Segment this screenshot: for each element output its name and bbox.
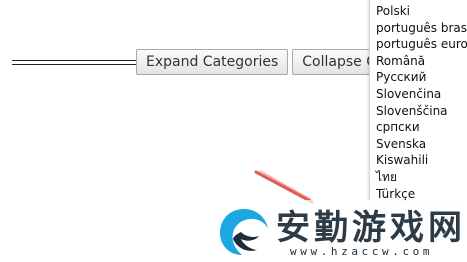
language-option[interactable]: Русский xyxy=(376,69,467,86)
language-dropdown-list[interactable]: Polskiportuguês brasileiroportuguês euro… xyxy=(369,0,467,202)
language-list: Polskiportuguês brasileiroportuguês euro… xyxy=(370,0,467,202)
horizontal-rule-top xyxy=(12,60,136,61)
watermark-logo-icon xyxy=(220,209,268,255)
language-option[interactable]: ไทย xyxy=(376,169,467,186)
language-option[interactable]: Slovenščina xyxy=(376,103,467,120)
horizontal-rule-bottom xyxy=(12,64,136,65)
watermark-title: 安勤游戏网 xyxy=(276,208,466,248)
language-option[interactable]: Română xyxy=(376,53,467,70)
language-option[interactable]: português brasileiro xyxy=(376,20,467,37)
language-option[interactable]: Kiswahili xyxy=(376,152,467,169)
expand-categories-button[interactable]: Expand Categories xyxy=(136,49,289,75)
language-option[interactable]: português europeu xyxy=(376,36,467,53)
watermark-url: www.hzaccw.com xyxy=(290,245,434,258)
language-option[interactable]: Polski xyxy=(376,3,467,20)
language-option[interactable]: Slovenčina xyxy=(376,86,467,103)
language-option[interactable]: српски xyxy=(376,119,467,136)
language-option[interactable]: Svenska xyxy=(376,136,467,153)
category-toolbar: Expand CategoriesCollapse Categories xyxy=(136,49,390,75)
